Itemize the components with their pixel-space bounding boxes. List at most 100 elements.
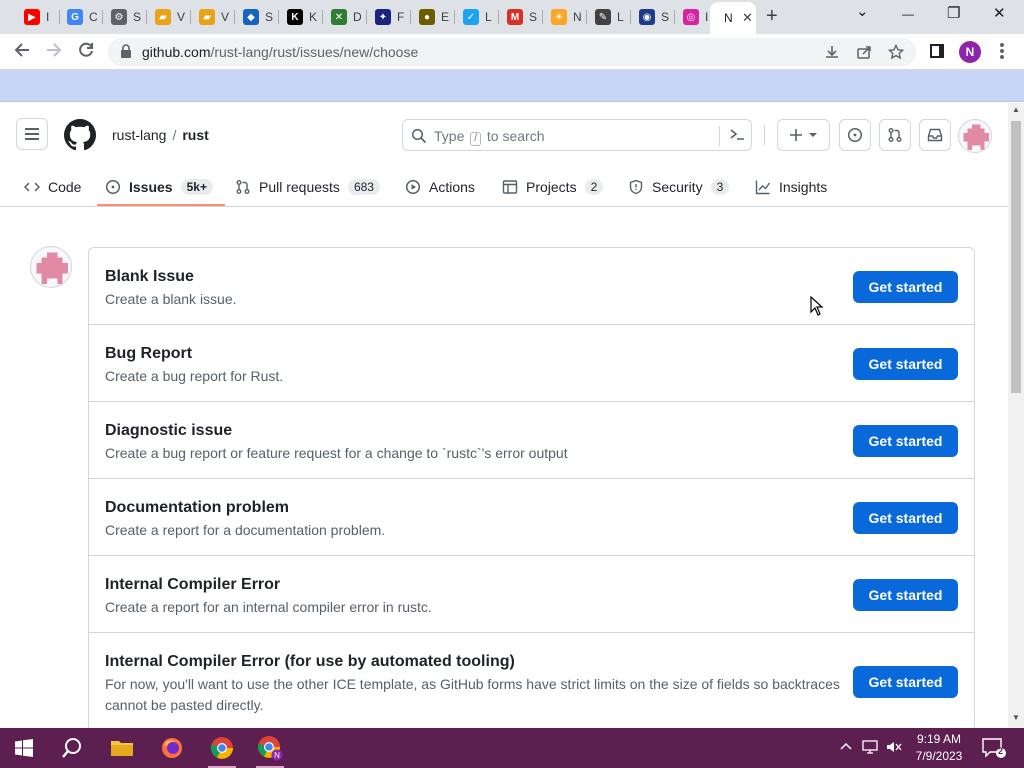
sketch-icon: ✎ (595, 9, 611, 25)
get-started-button[interactable]: Get started (853, 425, 958, 457)
issue-template-chooser: Blank Issue Create a blank issue. Get st… (0, 207, 1008, 728)
settings-icon: ⚙ (111, 9, 127, 25)
list-item: Internal Compiler Error Create a report … (89, 556, 974, 633)
firefox-button[interactable] (152, 732, 192, 764)
scrollbar-thumb[interactable] (1011, 121, 1021, 393)
browser-tab[interactable]: ◆ S (235, 4, 279, 30)
dot-icon: ● (419, 9, 435, 25)
folder-icon: ▰ (199, 9, 215, 25)
inbox-icon (927, 128, 943, 142)
browser-tab[interactable]: KK (279, 4, 323, 30)
your-pull-requests-button[interactable] (879, 119, 911, 151)
scroll-up-icon[interactable]: ▲ (1012, 105, 1020, 114)
clock-time: 9:19 AM (916, 732, 962, 746)
tab-active[interactable]: N ✕ (710, 2, 756, 34)
browser-tab[interactable]: ☀ N (543, 4, 587, 30)
restore-button[interactable]: ❐ (947, 4, 960, 24)
tab-security[interactable]: Security 3 (628, 167, 730, 207)
counter-badge: 5k+ (180, 179, 213, 195)
windows-taskbar: N 9:19 AM 7/9/2023 2 (0, 728, 1024, 768)
show-hidden-icons[interactable] (840, 740, 852, 754)
volume-muted-icon[interactable] (886, 740, 902, 757)
create-new-button[interactable] (777, 119, 830, 151)
close-window-button[interactable]: ✕ (993, 4, 1006, 24)
share-icon[interactable] (856, 44, 872, 64)
browser-tab[interactable]: ✓ L (455, 4, 499, 30)
windows-start-icon (15, 739, 33, 757)
browser-tab[interactable]: GC (59, 4, 103, 30)
new-tab-button[interactable]: + (766, 6, 778, 26)
author-avatar (30, 246, 72, 288)
file-explorer-button[interactable] (102, 732, 142, 764)
windows-start-button[interactable] (4, 732, 44, 764)
breadcrumb: rust-lang / rust (112, 127, 209, 143)
tab-title: V (221, 10, 229, 24)
page-scrollbar[interactable]: ▲ ▼ (1008, 103, 1024, 728)
tab-insights[interactable]: Insights (755, 167, 827, 207)
browser-tab[interactable]: ▶ I (16, 4, 60, 30)
get-started-button[interactable]: Get started (853, 271, 958, 303)
tab-issues[interactable]: Issues 5k+ (97, 167, 225, 207)
browser-tab[interactable]: ◉ S (631, 4, 675, 30)
get-started-button[interactable]: Get started (853, 579, 958, 611)
global-menu-button[interactable] (16, 118, 48, 150)
tab-projects[interactable]: Projects 2 (502, 167, 604, 207)
tab-title: L (617, 10, 624, 24)
browser-tab[interactable]: ▰ V (147, 4, 191, 30)
browser-tab[interactable]: ✎ L (587, 4, 631, 30)
install-app-icon[interactable] (824, 44, 840, 64)
get-started-button[interactable]: Get started (853, 348, 958, 380)
network-icon[interactable] (862, 740, 878, 757)
identicon-icon (963, 124, 989, 150)
inbox-button[interactable] (919, 119, 951, 151)
reload-button[interactable] (77, 41, 95, 64)
reload-icon (79, 42, 93, 57)
bookmark-star-icon[interactable] (887, 43, 905, 64)
user-avatar[interactable] (958, 119, 992, 153)
chrome-profile-button[interactable]: N (250, 732, 290, 768)
tab-actions[interactable]: Actions (405, 167, 475, 207)
chrome-button[interactable] (202, 732, 242, 768)
get-started-button[interactable]: Get started (853, 666, 958, 698)
github-logo-icon[interactable] (64, 119, 96, 151)
tab-search-icon[interactable]: ⌄ (856, 2, 869, 22)
template-name: Internal Compiler Error (for use by auto… (105, 653, 515, 670)
browser-tab[interactable]: ● E (411, 4, 455, 30)
github-search-input[interactable]: Type / to search (402, 119, 752, 151)
issue-opened-icon (847, 127, 863, 143)
back-button[interactable] (13, 41, 31, 64)
tab-label: Pull requests (259, 179, 340, 195)
browser-tab[interactable]: ⚙ S (103, 4, 147, 30)
repo-owner-link[interactable]: rust-lang (112, 127, 166, 143)
search-icon (62, 738, 81, 758)
chrome-menu-icon[interactable] (997, 42, 1007, 62)
profile-avatar[interactable]: N (959, 41, 981, 63)
browser-tab[interactable]: ▰ V (191, 4, 235, 30)
minimize-button[interactable]: — (902, 4, 914, 24)
repo-name-link[interactable]: rust (182, 127, 208, 143)
lock-icon[interactable] (120, 44, 132, 61)
tab-title: E (441, 10, 449, 24)
scroll-down-icon[interactable]: ▼ (1012, 713, 1020, 722)
command-palette-icon[interactable] (728, 126, 746, 146)
taskbar-search-button[interactable] (52, 732, 92, 764)
forward-arrow-icon (47, 43, 62, 57)
header-divider (764, 125, 765, 145)
tab-code[interactable]: Code (24, 167, 81, 207)
browser-tab[interactable]: ✦ F (367, 4, 411, 30)
get-started-button[interactable]: Get started (853, 502, 958, 534)
browser-tab[interactable]: ✕ D (323, 4, 367, 30)
browser-tab[interactable]: MS (499, 4, 543, 30)
forward-button[interactable] (45, 41, 63, 64)
notification-center-button[interactable]: 2 (982, 738, 1006, 761)
side-panel-icon[interactable] (930, 44, 944, 58)
chrome-profile-icon: N (258, 736, 283, 761)
identicon-icon (36, 252, 68, 284)
tab-pull-requests[interactable]: Pull requests 683 (235, 167, 380, 207)
your-issues-button[interactable] (839, 119, 871, 151)
taskbar-clock[interactable]: 9:19 AM 7/9/2023 (910, 731, 968, 765)
tab-title: F (397, 10, 405, 24)
git-pull-request-icon (888, 128, 902, 142)
address-bar[interactable]: github.com/rust-lang/rust/issues/new/cho… (108, 38, 916, 66)
close-tab-icon[interactable]: ✕ (742, 10, 753, 26)
